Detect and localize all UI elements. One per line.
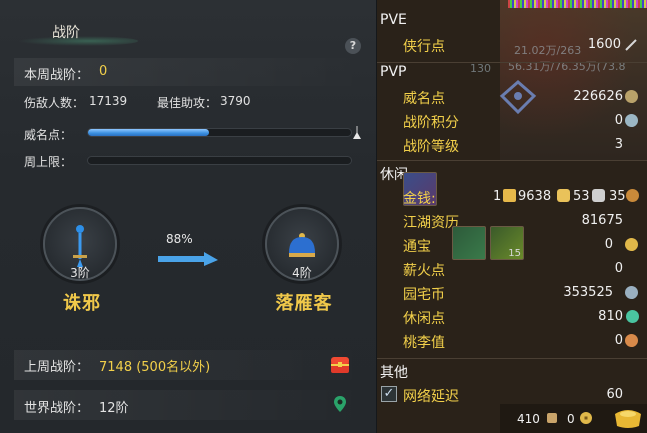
world-rank-value: 12阶 [99,401,129,416]
pvp-label-0: 威名点 [403,91,445,107]
bg-overlay-text-3: 130 [470,62,491,75]
assist-value: 3790 [220,94,251,108]
pvp-section-title: PVP [380,64,407,80]
world-rank-label: 世界战阶： [24,401,90,416]
divider [377,62,647,63]
help-button[interactable]: ? [345,38,361,54]
money-copper: 35 [609,189,626,204]
leisure-points-icon [626,310,639,323]
current-rank-level: 3阶 [70,266,90,280]
leisure-label-0: 江湖资历 [403,215,459,231]
gold-ingot-icon [503,189,516,202]
kills-value: 17139 [89,94,128,108]
leisure-value-5: 0 [614,333,623,348]
fame-icon [625,90,638,103]
latency-value: 60 [606,387,623,402]
pve-section-title: PVE [380,12,407,28]
leisure-label-4: 休闲点 [403,311,445,327]
token-coin-icon [625,238,638,251]
money-gold-prefix: 1 [493,189,502,204]
rank-panel-header: 战阶 ? [0,14,377,54]
last-week-label: 上周战阶： [24,360,90,375]
pvp-value-1: 0 [614,113,623,128]
leisure-value-1: 0 [604,237,613,252]
divider [377,160,647,161]
kills-label: 伤敌人数： [24,96,85,110]
next-rank-name: 落雁客 [275,293,333,314]
bar-end-marker-icon [353,126,361,139]
panel-title: 战阶 [52,25,80,41]
sword-icon [625,39,637,51]
divider [377,358,647,359]
leisure-label-1: 通宝 [403,239,431,255]
current-rank-name: 诛邪 [63,293,101,314]
treasure-chest-icon[interactable] [328,352,352,376]
gold-ingot-icon[interactable] [612,404,644,430]
latency-label: 网络延迟 [403,389,459,405]
thumbnail-count: 15 [508,248,521,259]
fame-progress-fill [88,129,209,136]
item-thumbnail-herb[interactable] [452,226,486,260]
bg-overlay-text-2: 56.31万/76.35万(73.8 [508,60,626,73]
leisure-label-3: 园宅币 [403,287,445,303]
week-cap-bar [87,156,352,165]
pvp-label-1: 战阶积分 [403,115,459,131]
pve-label-0: 侠行点 [403,39,445,55]
copper-coin-icon [626,189,639,202]
estate-coin-icon [625,286,638,299]
fame-progress-bar [87,128,352,137]
bg-overlay-text-1: 21.02万/263 [514,44,582,57]
pvp-label-2: 战阶等级 [403,139,459,155]
last-week-value: 7148 (500名以外) [99,360,211,375]
leisure-label-2: 薪火点 [403,263,445,279]
map-pin-icon[interactable] [333,395,347,413]
next-rank-level: 4阶 [292,266,312,280]
leisure-label-5: 桃李值 [403,335,445,351]
pvp-value-2: 3 [614,137,623,152]
leisure-value-0: 81675 [581,213,623,228]
assist-label: 最佳助攻： [157,96,218,110]
peach-icon [625,334,638,347]
silver-coin-icon [592,189,605,202]
money-gold: 9638 [518,189,552,204]
leisure-value-2: 0 [614,261,623,276]
week-rank-value: 0 [99,64,108,79]
rank-panel: 战阶 ? 本周战阶： 0 伤敌人数： 17139 最佳助攻： 3790 威名点：… [0,0,377,433]
scroll-item-icon[interactable] [544,410,560,426]
arrow-right-icon [158,252,218,266]
money-label: 金钱: [403,191,436,207]
coin-icon[interactable] [578,410,594,426]
money-silver: 53 [573,189,590,204]
rank-progress-percent: 88% [166,232,193,246]
pvp-value-0: 226626 [573,89,623,104]
background-pattern [508,0,647,8]
item-thumbnail-flower[interactable]: 15 [490,226,524,260]
pvp-emblem-icon [499,80,537,115]
leisure-value-3: 353525 [563,285,613,300]
week-cap-label: 周上限： [24,155,73,169]
fame-label: 威名点： [24,128,73,142]
other-section-title: 其他 [380,365,408,381]
leisure-value-4: 810 [598,309,623,324]
footer-count-1: 410 [517,412,540,426]
latency-checkbox[interactable]: ✓ [381,386,397,402]
rank-points-icon [625,114,638,127]
week-rank-label: 本周战阶： [24,68,90,83]
footer-count-2: 0 [567,412,575,426]
gold-coin-icon [557,189,570,202]
pve-value-0: 1600 [587,37,621,52]
